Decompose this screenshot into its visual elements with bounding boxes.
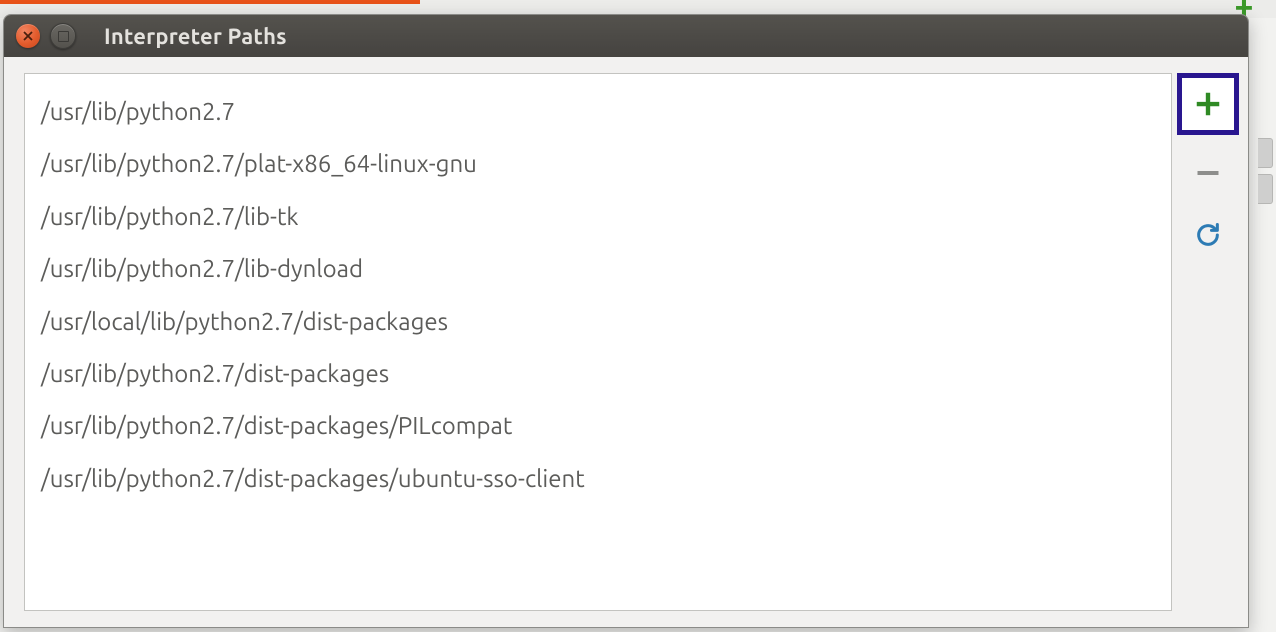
reload-icon [1194,221,1222,249]
path-list[interactable]: /usr/lib/python2.7 /usr/lib/python2.7/pl… [24,73,1172,611]
window-restore-button[interactable] [50,23,76,49]
path-item[interactable]: /usr/lib/python2.7/lib-tk [37,191,1159,243]
remove-path-button[interactable] [1184,149,1232,197]
titlebar: Interpreter Paths [4,15,1248,57]
path-item[interactable]: /usr/lib/python2.7/dist-packages [37,348,1159,400]
scroll-chunk[interactable] [1258,174,1273,204]
background-orange-bar [0,0,420,4]
restore-icon [58,31,69,42]
dialog-body: /usr/lib/python2.7 /usr/lib/python2.7/pl… [4,57,1248,627]
add-path-button[interactable] [1177,73,1239,135]
window-title: Interpreter Paths [104,24,287,49]
reload-paths-button[interactable] [1184,211,1232,259]
path-item[interactable]: /usr/lib/python2.7/dist-packages/ubuntu-… [37,453,1159,505]
plus-icon [1193,89,1223,119]
path-item[interactable]: /usr/lib/python2.7/lib-dynload [37,243,1159,295]
interpreter-paths-dialog: Interpreter Paths /usr/lib/python2.7 /us… [3,14,1249,628]
path-item[interactable]: /usr/lib/python2.7/plat-x86_64-linux-gnu [37,138,1159,190]
window-close-button[interactable] [16,24,40,48]
scroll-chunk[interactable] [1258,138,1273,168]
close-icon [23,31,33,41]
minus-icon [1194,159,1222,187]
path-item[interactable]: /usr/lib/python2.7/dist-packages/PILcomp… [37,400,1159,452]
path-item[interactable]: /usr/local/lib/python2.7/dist-packages [37,296,1159,348]
edge-scroll-indicator [1258,138,1276,204]
path-item[interactable]: /usr/lib/python2.7 [37,86,1159,138]
side-toolbar [1182,73,1234,611]
